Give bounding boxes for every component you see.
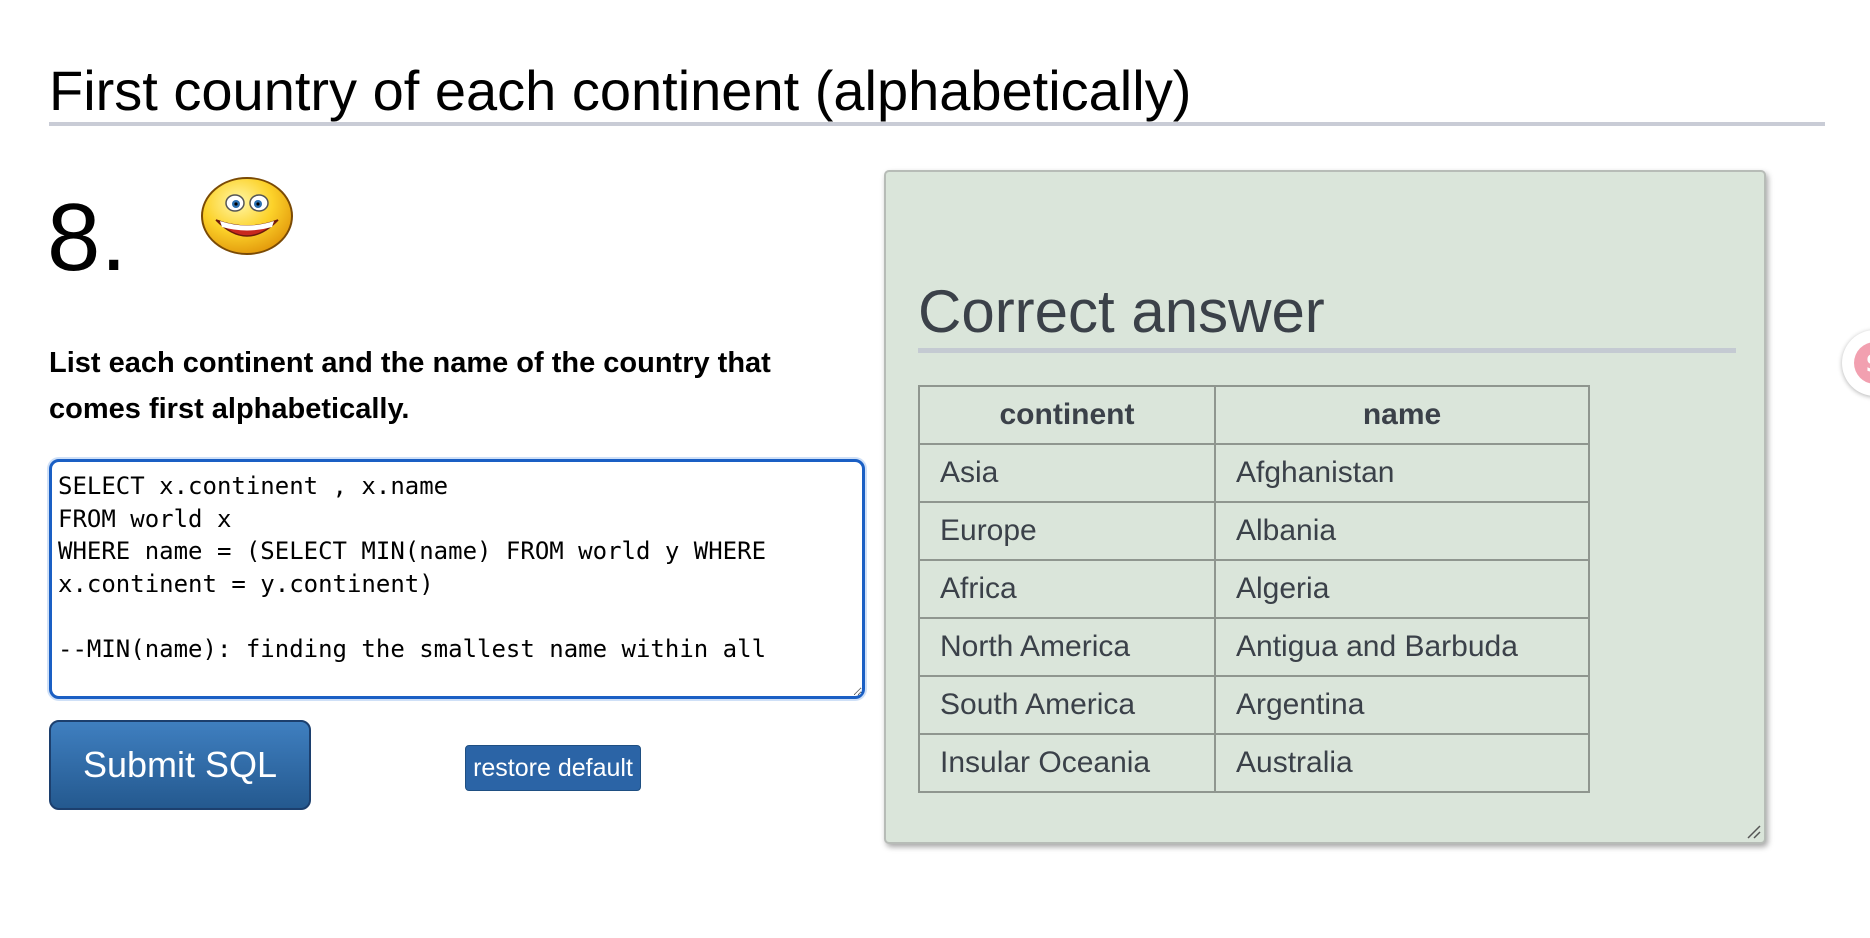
table-cell: Albania [1214,501,1590,561]
answer-divider [918,348,1736,353]
answer-table: continent name Asia Afghanistan Europe A… [918,385,1590,793]
title-divider [49,122,1825,126]
table-header-row: continent name [918,385,1590,445]
dollar-icon: $ [1854,342,1870,384]
question-number: 8. [47,184,128,291]
submit-sql-button[interactable]: Submit SQL [49,720,311,810]
restore-default-button[interactable]: restore default [465,745,641,791]
table-cell: Argentina [1214,675,1590,735]
table-row: South America Argentina [918,675,1590,735]
table-cell: Algeria [1214,559,1590,619]
table-cell: Australia [1214,733,1590,793]
table-cell: Europe [918,501,1216,561]
table-cell: Afghanistan [1214,443,1590,503]
table-row: Asia Afghanistan [918,443,1590,503]
sql-editor-input[interactable] [49,459,865,699]
table-cell: Antigua and Barbuda [1214,617,1590,677]
panel-resize-handle[interactable] [1745,823,1761,839]
correct-answer-panel: Correct answer continent name Asia Afgha… [884,170,1766,844]
side-floating-widget[interactable]: $ [1842,330,1870,396]
grinning-smiley-icon [201,177,293,255]
table-cell: Africa [918,559,1216,619]
column-header-continent: continent [918,385,1216,445]
column-header-name: name [1214,385,1590,445]
table-row: Africa Algeria [918,559,1590,619]
table-cell: South America [918,675,1216,735]
table-cell: Insular Oceania [918,733,1216,793]
table-row: Insular Oceania Australia [918,733,1590,793]
answer-title: Correct answer [918,278,1325,345]
table-row: North America Antigua and Barbuda [918,617,1590,677]
page-title: First country of each continent (alphabe… [49,59,1192,122]
table-cell: Asia [918,443,1216,503]
question-text: List each continent and the name of the … [49,347,771,425]
table-cell: North America [918,617,1216,677]
table-row: Europe Albania [918,501,1590,561]
